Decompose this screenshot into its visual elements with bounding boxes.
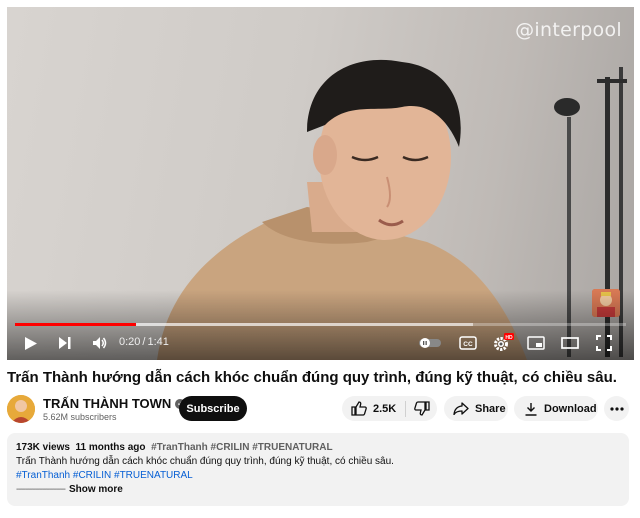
header-hashtags: #TranThanh #CRILIN #TRUENATURAL [151, 442, 333, 453]
description-box[interactable]: 173K views 11 months ago #TranThanh #CRI… [7, 433, 629, 506]
like-count: 2.5K [373, 402, 397, 415]
time-display: 0:20/1:41 [119, 336, 169, 348]
miniplayer-icon [527, 336, 545, 350]
thumbs-up-icon [351, 401, 367, 416]
download-label: Download [544, 402, 597, 415]
share-label: Share [475, 402, 506, 415]
current-time: 0:20 [119, 336, 141, 348]
channel-avatar[interactable] [7, 395, 35, 423]
share-button[interactable]: Share [444, 396, 508, 421]
more-horizontal-icon [609, 406, 624, 411]
download-icon [525, 402, 537, 416]
theater-mode-icon [561, 337, 579, 349]
description-truncation: --------------------- [16, 484, 66, 495]
thumbs-down-icon [414, 401, 430, 416]
progress-bar[interactable] [15, 323, 626, 326]
subtitles-button[interactable]: CC [457, 331, 479, 355]
dislike-button[interactable] [406, 396, 430, 421]
theater-mode-button[interactable] [559, 331, 581, 355]
video-title: Trấn Thành hướng dẫn cách khóc chuẩn đún… [7, 369, 617, 386]
duration: 1:41 [147, 336, 169, 348]
channel-name-row[interactable]: TRẤN THÀNH TOWN ✓ [43, 396, 186, 411]
more-actions-button[interactable] [604, 396, 629, 421]
description-meta-line: 173K views 11 months ago #TranThanh #CRI… [16, 441, 620, 455]
view-count: 173K views [16, 442, 70, 453]
fullscreen-button[interactable] [593, 331, 615, 355]
like-button[interactable]: 2.5K [342, 396, 396, 421]
progress-played [15, 323, 136, 326]
subscriber-count: 5.62M subscribers [43, 412, 117, 422]
gear-icon: HD [494, 333, 514, 351]
fullscreen-icon [596, 335, 612, 351]
miniplayer-button[interactable] [525, 331, 547, 355]
share-icon [453, 402, 469, 415]
description-hashtag-links[interactable]: #TranThanh #CRILIN #TRUENATURAL [16, 469, 620, 483]
svg-text:CC: CC [463, 341, 473, 348]
description-footer: --------------------- Show more [16, 483, 620, 497]
play-icon [25, 336, 37, 350]
avatar-image [7, 395, 35, 423]
closed-captions-icon: CC [459, 336, 477, 350]
subscribe-button[interactable]: Subscribe [179, 396, 247, 421]
upload-age: 11 months ago [75, 442, 146, 453]
mute-button[interactable] [89, 331, 111, 355]
download-button[interactable]: Download [514, 396, 598, 421]
like-dislike-group: 2.5K [342, 396, 437, 421]
time-separator: / [142, 336, 146, 348]
video-player[interactable]: @interpool 0:20/1:41 CC HD [7, 7, 634, 360]
skip-next-icon [59, 337, 71, 349]
volume-icon [93, 337, 107, 349]
next-button[interactable] [55, 331, 75, 355]
settings-button[interactable]: HD [491, 331, 515, 355]
autoplay-toggle[interactable] [417, 331, 443, 355]
description-text: Trấn Thành hướng dẫn cách khóc chuẩn đún… [16, 456, 394, 467]
show-more-button[interactable]: Show more [69, 484, 123, 495]
channel-watermark: @interpool [515, 19, 622, 41]
play-button[interactable] [21, 331, 41, 355]
autoplay-toggle-icon [419, 338, 441, 348]
channel-name[interactable]: TRẤN THÀNH TOWN [43, 396, 171, 411]
hd-badge: HD [505, 335, 513, 341]
